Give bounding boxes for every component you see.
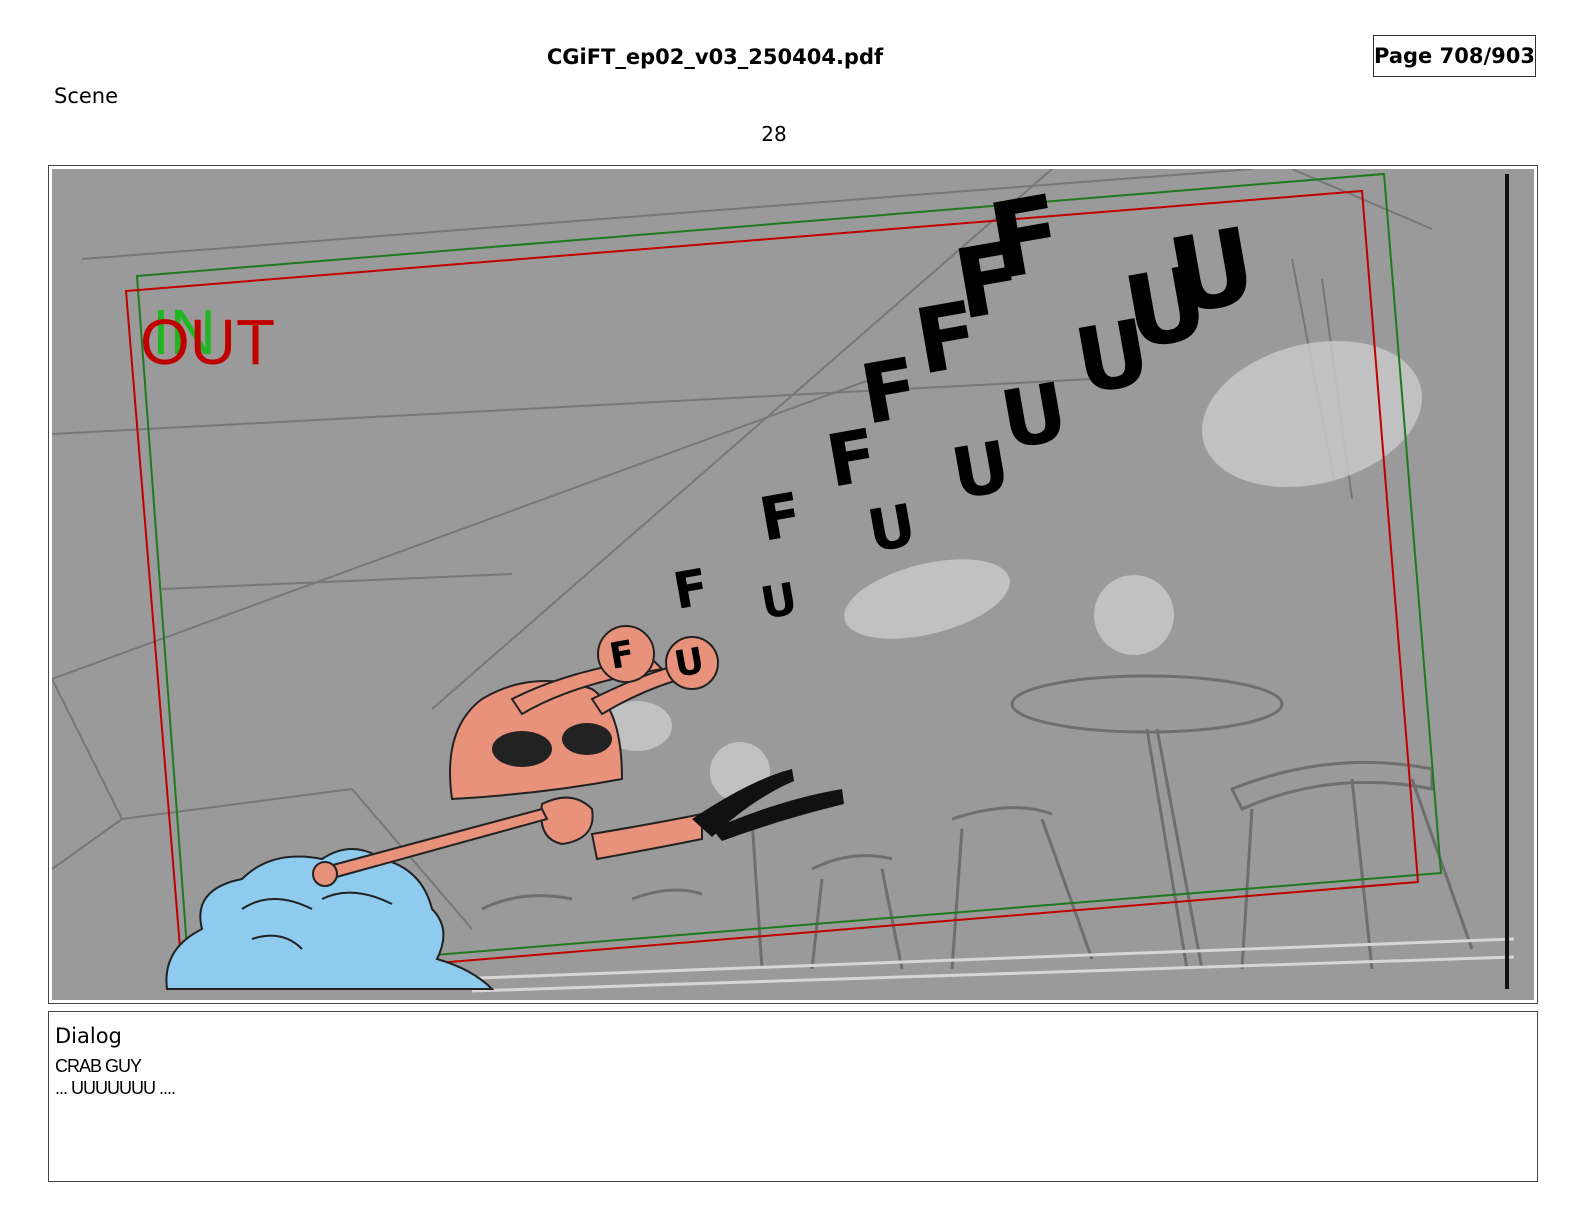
dialog-speaker: CRAB GUY <box>55 1056 142 1076</box>
document-title: CGiFT_ep02_v03_250404.pdf <box>546 45 884 69</box>
page-indicator: Page 708/903 <box>1373 35 1536 77</box>
dialog-line: ... UUUUUUU .... <box>55 1078 176 1098</box>
panel-artwork: IN OUT F U F U F U F U F U F U F U F U <box>52 169 1534 1000</box>
out-frame-label: OUT <box>140 306 275 378</box>
dialog-label: Dialog <box>55 1024 122 1048</box>
dialog-box: Dialog CRAB GUY ... UUUUUUU .... <box>48 1011 1538 1182</box>
scene-label: Scene <box>54 84 119 108</box>
storyboard-panel: IN OUT F U F U F U F U F U F U F U F U <box>48 165 1538 1004</box>
scene-number: 28 <box>761 122 787 146</box>
